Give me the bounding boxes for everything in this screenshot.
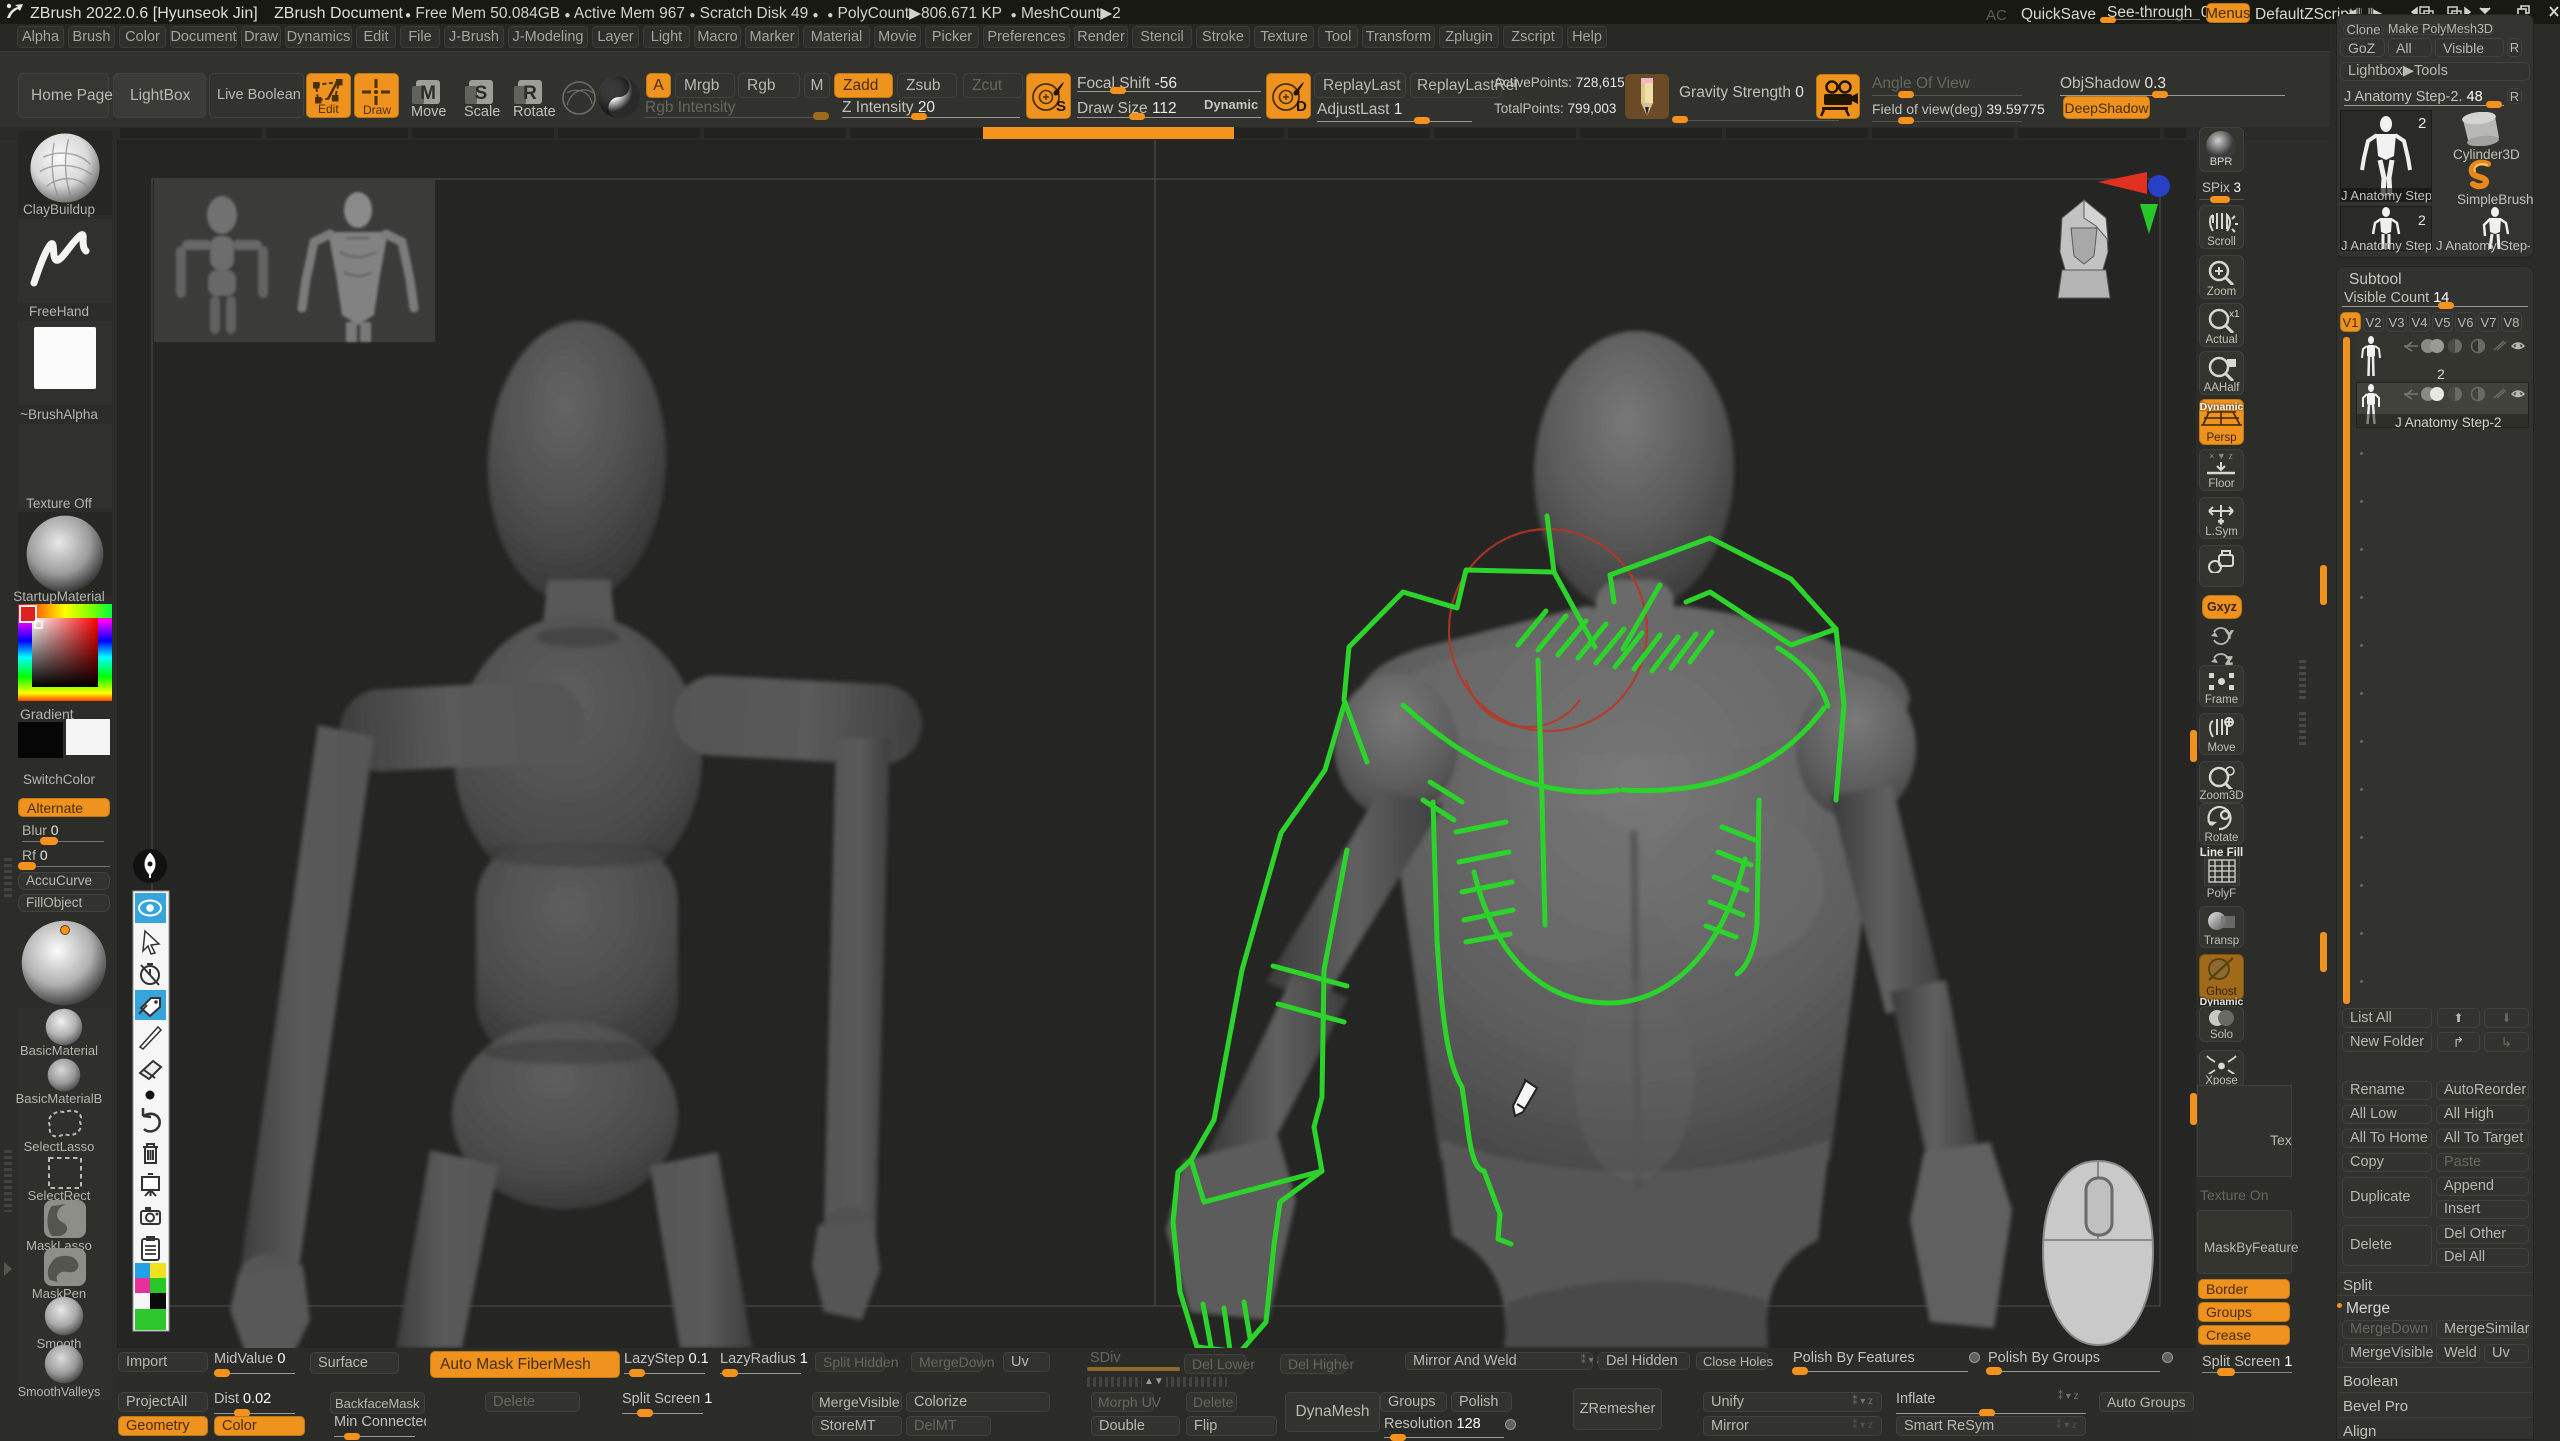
svg-text:× ▼ z: × ▼ z (2209, 451, 2233, 461)
svg-text:x1: x1 (2229, 309, 2240, 320)
svg-text:+: + (2219, 517, 2224, 525)
svg-text:BPR: BPR (2210, 156, 2233, 168)
svg-text:R: R (523, 83, 537, 104)
svg-text:Y: Y (2226, 630, 2233, 641)
svg-text:S: S (1056, 98, 1066, 115)
svg-text:M: M (420, 83, 436, 104)
svg-text:Draw: Draw (363, 103, 391, 117)
svg-text:S: S (475, 83, 488, 104)
svg-text:Edit: Edit (318, 102, 339, 116)
svg-text:D: D (1296, 98, 1307, 115)
